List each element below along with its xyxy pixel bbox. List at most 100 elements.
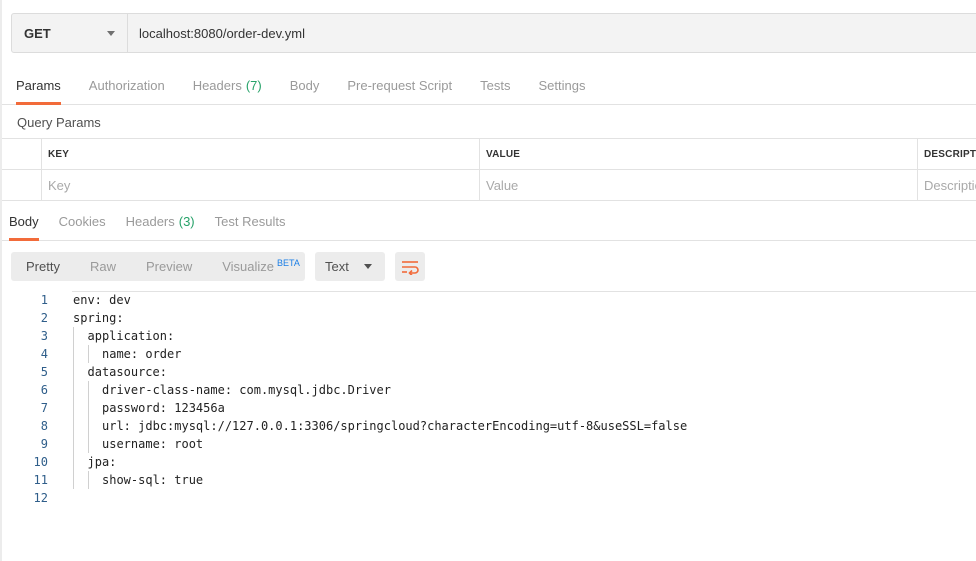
tab-pre-request-script[interactable]: Pre-request Script [347, 64, 452, 104]
line-number: 1 [40, 293, 48, 307]
code-text: datasource: [87, 365, 167, 379]
method-select[interactable]: GET [12, 14, 128, 52]
code-line: 3 application: [2, 327, 976, 345]
tab-authorization[interactable]: Authorization [89, 64, 165, 104]
tab-headers[interactable]: Headers (7) [193, 64, 262, 104]
code-line: 10 jpa: [2, 453, 976, 471]
response-tab-body[interactable]: Body [9, 201, 39, 241]
code-line: 7 password: 123456a [2, 399, 976, 417]
response-tab-cookies[interactable]: Cookies [59, 201, 106, 240]
key-column-header: KEY [42, 139, 480, 169]
response-tabs: Body Cookies Headers (3) Test Results [2, 201, 976, 241]
line-number: 3 [40, 329, 48, 343]
line-number: 2 [40, 311, 48, 325]
tab-settings[interactable]: Settings [538, 64, 585, 104]
view-raw-button[interactable]: Raw [75, 252, 131, 281]
request-tabs: Params Authorization Headers (7) Body Pre-req… [2, 64, 976, 105]
checkbox-column-header [2, 139, 42, 169]
row-checkbox-cell [2, 170, 42, 200]
line-number: 8 [40, 419, 48, 433]
line-number: 6 [40, 383, 48, 397]
response-tab-test-results[interactable]: Test Results [215, 201, 286, 240]
view-mode-group: Pretty Raw Preview Visualize BETA [11, 252, 305, 281]
indent-guide [87, 381, 89, 399]
key-input[interactable]: Key [42, 170, 480, 200]
code-line: 4 name: order [2, 345, 976, 363]
chevron-down-icon [107, 30, 115, 36]
tab-label: Params [16, 78, 61, 93]
indent-guide [73, 399, 74, 417]
indent-guide [87, 471, 89, 489]
description-input[interactable]: Description [918, 170, 976, 200]
line-number: 11 [33, 473, 48, 487]
request-bar: GET localhost:8080/order-dev.yml [11, 13, 976, 53]
indent-guide [87, 435, 89, 453]
code-text: spring: [73, 311, 124, 325]
code-text: url: jdbc:mysql://127.0.0.1:3306/springc… [102, 419, 688, 433]
indent-guide [87, 417, 89, 435]
line-number: 9 [40, 437, 48, 451]
code-text: password: 123456a [102, 401, 225, 415]
value-input[interactable]: Value [480, 170, 918, 200]
url-input[interactable]: localhost:8080/order-dev.yml [128, 26, 305, 41]
indent-guide [73, 435, 74, 453]
indent-guide [73, 327, 74, 345]
response-tab-label: Test Results [214, 214, 286, 229]
tab-body[interactable]: Body [290, 64, 320, 104]
code-line: 6 driver-class-name: com.mysql.jdbc.Drive… [2, 381, 976, 399]
query-params-table: KEY VALUE DESCRIPTION Key Value Descript… [2, 138, 976, 201]
tab-tests[interactable]: Tests [480, 64, 510, 104]
line-number: 4 [40, 347, 48, 361]
indent-guide [73, 363, 74, 381]
indent-guide [73, 345, 74, 363]
tab-params[interactable]: Params [16, 64, 61, 105]
tab-label: Authorization [88, 78, 165, 93]
code-line: 1 env: dev [2, 291, 976, 309]
format-label: Text [325, 259, 349, 274]
response-body-editor[interactable]: 1 env: dev 2 spring: 3 application: 4 name: ord… [2, 291, 976, 561]
method-label: GET [24, 25, 51, 41]
line-number: 5 [40, 365, 48, 379]
indent-guide [73, 381, 74, 399]
tab-label: Headers [192, 78, 242, 93]
view-mode-label: Visualize [222, 259, 275, 274]
table-row: Key Value Description [2, 170, 976, 201]
tab-label: Settings [538, 78, 586, 93]
indent-guide [87, 399, 89, 417]
view-visualize-button[interactable]: Visualize BETA [207, 252, 315, 281]
code-text: driver-class-name: com.mysql.jdbc.Driver [102, 383, 391, 397]
description-column-header: DESCRIPTION [924, 148, 976, 160]
response-tab-count: (3) [178, 214, 195, 229]
indent-guide [73, 471, 74, 489]
code-text: show-sql: true [102, 473, 204, 487]
indent-guide [87, 345, 89, 363]
code-line: 11 show-sql: true [2, 471, 976, 489]
value-column-header: VALUE [480, 139, 918, 169]
view-mode-label: Raw [89, 259, 116, 274]
code-text: name: order [102, 347, 182, 361]
indent-guide [73, 417, 74, 435]
tab-label: Tests [480, 78, 511, 93]
code-line: 8 url: jdbc:mysql://127.0.0.1:3306/spring… [2, 417, 976, 435]
tab-count: (7) [245, 78, 262, 93]
tab-label: Body [289, 78, 320, 93]
view-mode-label: Preview [145, 259, 193, 274]
chevron-down-icon [364, 264, 372, 269]
code-line: 5 datasource: [2, 363, 976, 381]
query-params-title: Query Params [17, 115, 101, 130]
indent-guide [73, 453, 74, 471]
view-mode-label: Pretty [26, 259, 60, 274]
code-line: 12 [2, 489, 976, 507]
format-select[interactable]: Text [315, 252, 385, 281]
code-line: 2 spring: [2, 309, 976, 327]
code-text: username: root [102, 437, 204, 451]
view-pretty-button[interactable]: Pretty [11, 252, 75, 281]
view-preview-button[interactable]: Preview [131, 252, 207, 281]
wrap-lines-button[interactable] [395, 252, 425, 281]
code-text: jpa: [87, 455, 117, 469]
line-number: 10 [33, 455, 48, 469]
response-tab-label: Body [9, 214, 39, 229]
response-tab-headers[interactable]: Headers (3) [126, 201, 195, 240]
response-tab-label: Headers [125, 214, 175, 229]
line-number: 12 [33, 491, 48, 505]
